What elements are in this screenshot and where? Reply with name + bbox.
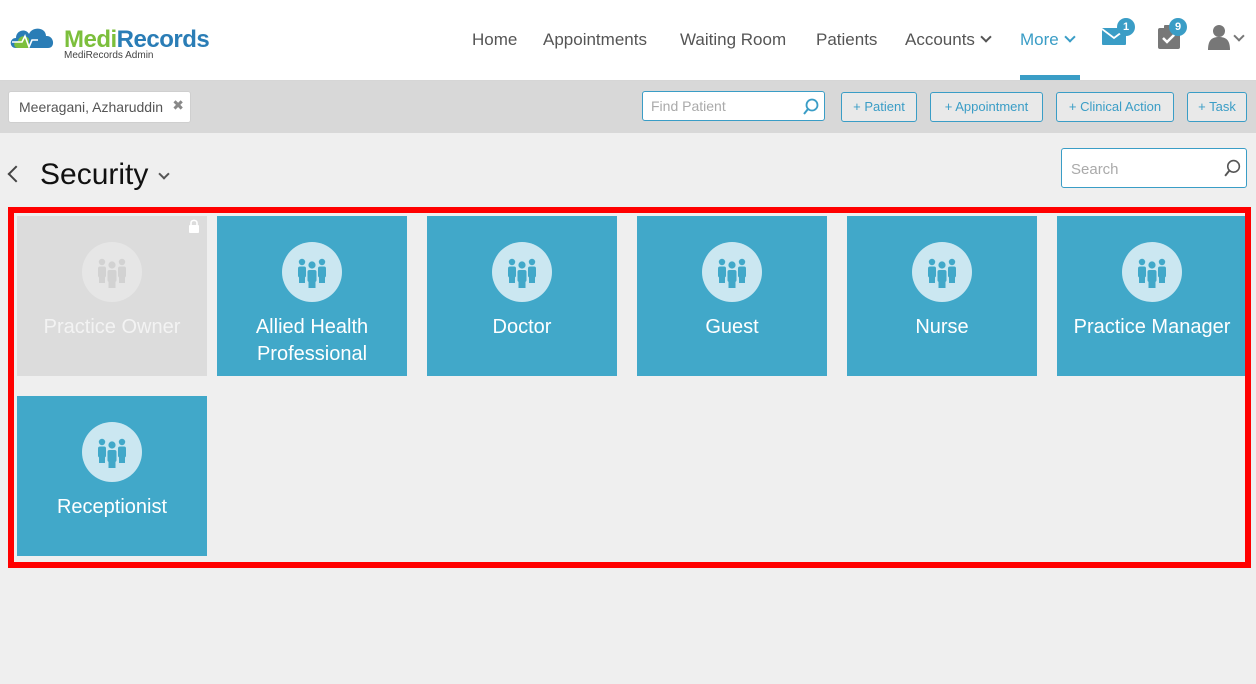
chevron-down-icon — [1233, 30, 1245, 42]
search-icon[interactable] — [1223, 159, 1242, 178]
top-header: MediRecords MediRecords Admin Home Appoi… — [0, 0, 1256, 81]
role-tile-label: Practice Manager — [1073, 316, 1231, 338]
people-group-icon — [282, 242, 342, 302]
nav-home[interactable]: Home — [472, 30, 517, 50]
role-tile-label: Doctor — [492, 316, 552, 338]
people-group-icon — [912, 242, 972, 302]
nav-patients[interactable]: Patients — [816, 30, 877, 50]
chevron-down-icon — [1064, 31, 1076, 43]
add-appointment-button[interactable]: + Appointment — [930, 92, 1043, 122]
close-icon[interactable]: ✖ — [172, 97, 184, 114]
role-tile-allied-health-professional[interactable]: Allied Health Professional — [217, 216, 407, 376]
brand-subtitle: MediRecords Admin — [64, 50, 154, 61]
medirecords-logo[interactable]: MediRecords MediRecords Admin — [8, 22, 218, 64]
add-patient-button[interactable]: + Patient — [841, 92, 917, 122]
find-patient-field[interactable] — [642, 91, 825, 121]
user-icon — [1208, 25, 1230, 50]
messages-count-badge: 1 — [1117, 18, 1135, 36]
nav-waiting-room[interactable]: Waiting Room — [680, 30, 786, 50]
people-group-icon — [82, 242, 142, 302]
people-group-icon — [82, 422, 142, 482]
lock-icon — [189, 219, 199, 233]
nav-appointments[interactable]: Appointments — [543, 30, 647, 50]
active-nav-indicator — [1020, 75, 1080, 80]
role-tile-label: Practice Owner — [43, 316, 181, 338]
chevron-down-icon — [980, 31, 992, 43]
find-patient-input[interactable] — [651, 97, 801, 115]
role-tile-practice-manager[interactable]: Practice Manager — [1057, 216, 1245, 376]
messages-button[interactable]: 1 — [1101, 18, 1135, 48]
people-group-icon — [702, 242, 762, 302]
search-input[interactable] — [1071, 159, 1219, 179]
add-clinical-action-button[interactable]: + Clinical Action — [1056, 92, 1174, 122]
user-menu[interactable] — [1208, 24, 1248, 50]
page-title: Security — [40, 158, 149, 191]
cloud-logo-icon — [10, 28, 54, 50]
role-tile-label: Allied Health Professional — [255, 316, 369, 365]
patient-toolbar: Meeragani, Azharuddin ✖ + Patient + Appo… — [0, 81, 1256, 133]
tasks-count-badge: 9 — [1169, 18, 1187, 36]
role-tiles-grid: Practice Owner Allied Health Professiona… — [8, 207, 1251, 568]
chevron-down-icon[interactable] — [158, 168, 170, 180]
role-tile-receptionist[interactable]: Receptionist — [17, 396, 207, 556]
role-tile-practice-owner[interactable]: Practice Owner — [17, 216, 207, 376]
people-group-icon — [492, 242, 552, 302]
tasks-button[interactable]: 9 — [1157, 18, 1187, 49]
brand-title-part2: Records — [116, 26, 210, 53]
nav-more-label: More — [1020, 30, 1059, 49]
nav-accounts[interactable]: Accounts — [905, 30, 992, 50]
back-arrow-icon[interactable] — [7, 165, 25, 183]
role-tile-label: Nurse — [915, 316, 969, 338]
people-group-icon — [1122, 242, 1182, 302]
role-tile-guest[interactable]: Guest — [637, 216, 827, 376]
role-tile-label: Receptionist — [56, 496, 168, 518]
role-tile-doctor[interactable]: Doctor — [427, 216, 617, 376]
current-patient-name: Meeragani, Azharuddin — [19, 99, 163, 115]
role-tile-nurse[interactable]: Nurse — [847, 216, 1037, 376]
brand-title-part1: Medi — [64, 26, 117, 53]
role-tile-label: Guest — [705, 316, 759, 338]
current-patient-chip[interactable]: Meeragani, Azharuddin ✖ — [8, 91, 191, 123]
nav-more[interactable]: More — [1020, 30, 1076, 50]
nav-accounts-label: Accounts — [905, 30, 975, 49]
search-icon[interactable] — [802, 98, 820, 116]
add-task-button[interactable]: + Task — [1187, 92, 1247, 122]
search-field[interactable] — [1061, 148, 1247, 188]
